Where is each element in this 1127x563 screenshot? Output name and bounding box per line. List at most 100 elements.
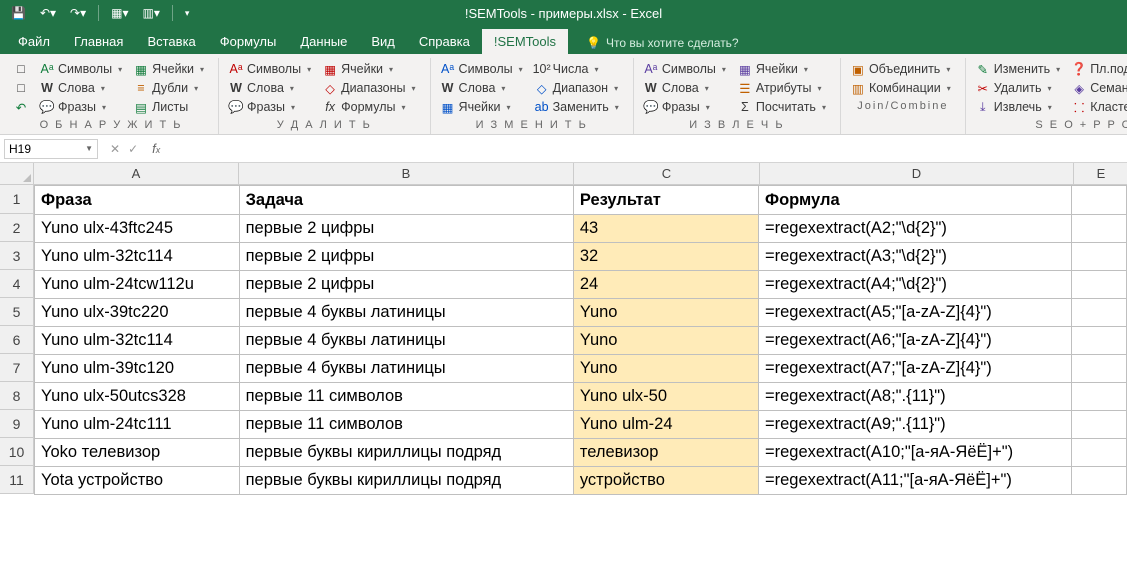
menu-данные[interactable]: Данные [288,29,359,54]
cell-D8[interactable]: =regexextract(A8;".{11}") [759,383,1072,411]
cell-C10[interactable]: телевизор [573,439,758,467]
ribbon-btn-извлечь[interactable]: ⤓Извлечь▾ [972,98,1064,116]
cell-A6[interactable]: Yuno ulm-32tc114 [35,327,240,355]
cell-B4[interactable]: первые 2 цифры [239,271,573,299]
ribbon-btn-символы[interactable]: AᵃСимволы▾ [640,60,730,78]
col-header-D[interactable]: D [760,163,1074,185]
ribbon-btn-слова[interactable]: WСлова▾ [36,79,126,97]
menu-!semtools[interactable]: !SEMTools [482,29,568,54]
menu-файл[interactable]: Файл [6,29,62,54]
row-header-5[interactable]: 5 [0,298,34,326]
qat-addon-2-icon[interactable]: ▥▾ [137,4,164,22]
ribbon-btn-комбинации[interactable]: ▥Комбинации▾ [847,79,955,97]
ribbon-btn-изменить[interactable]: ✎Изменить▾ [972,60,1064,78]
ribbon-btn-↶[interactable]: ↶ [10,98,32,116]
cell-E2[interactable] [1072,215,1127,243]
cell-C6[interactable]: Yuno [573,327,758,355]
row-header-9[interactable]: 9 [0,410,34,438]
menu-справка[interactable]: Справка [407,29,482,54]
save-icon[interactable]: 💾 [6,4,31,22]
cell-C9[interactable]: Yuno ulm-24 [573,411,758,439]
cell-E11[interactable] [1072,467,1127,495]
cell-A11[interactable]: Yota устройство [35,467,240,495]
row-header-2[interactable]: 2 [0,214,34,242]
cell-E6[interactable] [1072,327,1127,355]
menu-вставка[interactable]: Вставка [135,29,207,54]
cell-C7[interactable]: Yuno [573,355,758,383]
cell-B8[interactable]: первые 11 символов [239,383,573,411]
cell-B6[interactable]: первые 4 буквы латиницы [239,327,573,355]
cell-A9[interactable]: Yuno ulm-24tc111 [35,411,240,439]
ribbon-btn-ячейки[interactable]: ▦Ячейки▾ [130,60,208,78]
cell-D7[interactable]: =regexextract(A7;"[a-zA-Z]{4}") [759,355,1072,383]
cell-A4[interactable]: Yuno ulm-24tcw112u [35,271,240,299]
ribbon-btn-фразы[interactable]: 💬Фразы▾ [640,98,730,116]
menu-главная[interactable]: Главная [62,29,135,54]
cell-D3[interactable]: =regexextract(A3;"\d{2}") [759,243,1072,271]
ribbon-btn-атрибуты[interactable]: ☰Атрибуты▾ [734,79,830,97]
name-box-dropdown-icon[interactable]: ▼ [85,144,93,153]
cell-B11[interactable]: первые буквы кириллицы подряд [239,467,573,495]
ribbon-btn-числа[interactable]: 10²Числа▾ [531,60,623,78]
cell-A8[interactable]: Yuno ulx-50utcs328 [35,383,240,411]
cell-D9[interactable]: =regexextract(A9;".{11}") [759,411,1072,439]
ribbon-btn-ячейки[interactable]: ▦Ячейки▾ [437,98,527,116]
ribbon-btn-ячейки[interactable]: ▦Ячейки▾ [319,60,419,78]
ribbon-btn-дубли[interactable]: ≡Дубли▾ [130,79,208,97]
cell-A5[interactable]: Yuno ulx-39tc220 [35,299,240,327]
menu-вид[interactable]: Вид [359,29,407,54]
cell-A2[interactable]: Yuno ulx-43ftc245 [35,215,240,243]
accept-icon[interactable]: ✓ [128,142,138,156]
ribbon-btn-удалить[interactable]: ✂Удалить▾ [972,79,1064,97]
ribbon-btn-посчитать[interactable]: ΣПосчитать▾ [734,98,830,116]
col-header-B[interactable]: B [239,163,574,185]
cell-D10[interactable]: =regexextract(A10;"[а-яА-ЯёЁ]+") [759,439,1072,467]
ribbon-btn-пл.подсказки[interactable]: ❓Пл.подсказки [1068,60,1127,78]
ribbon-btn-листы[interactable]: ▤Листы [130,98,208,116]
cell-D1[interactable]: Формула [759,186,1072,215]
cell-C11[interactable]: устройство [573,467,758,495]
cell-B2[interactable]: первые 2 цифры [239,215,573,243]
tell-me-search[interactable]: 💡Что вы хотите сделать? [580,32,745,54]
cell-C4[interactable]: 24 [573,271,758,299]
cell-E9[interactable] [1072,411,1127,439]
fx-icon[interactable]: fx [146,141,166,156]
undo-icon[interactable]: ↶▾ [35,4,61,22]
cell-D5[interactable]: =regexextract(A5;"[a-zA-Z]{4}") [759,299,1072,327]
row-header-3[interactable]: 3 [0,242,34,270]
cell-E3[interactable] [1072,243,1127,271]
ribbon-btn-фразы[interactable]: 💬Фразы▾ [36,98,126,116]
cell-C5[interactable]: Yuno [573,299,758,327]
cell-D6[interactable]: =regexextract(A6;"[a-zA-Z]{4}") [759,327,1072,355]
cell-E8[interactable] [1072,383,1127,411]
ribbon-btn-слова[interactable]: WСлова▾ [225,79,315,97]
ribbon-btn-объединить[interactable]: ▣Объединить▾ [847,60,955,78]
ribbon-btn-слова[interactable]: WСлова▾ [640,79,730,97]
cell-B7[interactable]: первые 4 буквы латиницы [239,355,573,383]
cell-E7[interactable] [1072,355,1127,383]
cell-D11[interactable]: =regexextract(A11;"[а-яА-ЯёЁ]+") [759,467,1072,495]
cell-A10[interactable]: Yoko телевизор [35,439,240,467]
cell-D2[interactable]: =regexextract(A2;"\d{2}") [759,215,1072,243]
cell-E1[interactable] [1072,186,1127,215]
qat-customize-icon[interactable]: ▾ [180,6,195,21]
ribbon-btn-кластеризация[interactable]: ⸬Кластеризация [1068,98,1127,116]
cell-E4[interactable] [1072,271,1127,299]
ribbon-btn-символы[interactable]: AᵃСимволы▾ [225,60,315,78]
cell-A1[interactable]: Фраза [35,186,240,215]
row-header-11[interactable]: 11 [0,466,34,494]
cancel-icon[interactable]: ✕ [110,142,120,156]
cell-A7[interactable]: Yuno ulm-39tc120 [35,355,240,383]
cell-C8[interactable]: Yuno ulx-50 [573,383,758,411]
cell-B10[interactable]: первые буквы кириллицы подряд [239,439,573,467]
cell-C1[interactable]: Результат [573,186,758,215]
row-header-8[interactable]: 8 [0,382,34,410]
name-box[interactable]: H19 ▼ [4,139,98,159]
qat-addon-1-icon[interactable]: ▦▾ [106,4,133,22]
redo-icon[interactable]: ↷▾ [65,4,91,22]
ribbon-btn-символы[interactable]: AᵃСимволы▾ [437,60,527,78]
row-header-4[interactable]: 4 [0,270,34,298]
select-all-corner[interactable] [0,163,34,185]
ribbon-btn-□[interactable]: □ [10,79,32,97]
cell-B5[interactable]: первые 4 буквы латиницы [239,299,573,327]
